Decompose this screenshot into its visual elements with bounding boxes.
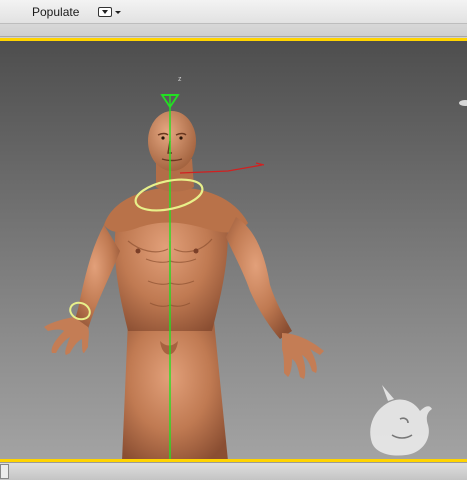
ribbon-toolbar: Populate [0, 0, 467, 37]
chevron-down-icon [115, 10, 121, 14]
viewport-canvas: z M [44, 76, 467, 459]
ribbon-dropdown-button[interactable] [98, 6, 124, 18]
character-head[interactable] [148, 111, 196, 171]
dropdown-icon [98, 7, 112, 17]
ribbon-tab-row: Populate [0, 0, 467, 24]
perspective-viewport[interactable]: z M [0, 38, 467, 462]
unicorn-logo-icon: M [370, 385, 432, 456]
tab-populate[interactable]: Populate [24, 2, 87, 22]
viewcube-handle[interactable] [459, 100, 467, 106]
svg-text:z: z [178, 76, 182, 83]
status-bar [0, 462, 467, 480]
status-cell[interactable] [0, 464, 9, 479]
character-mesh[interactable] [44, 111, 324, 459]
